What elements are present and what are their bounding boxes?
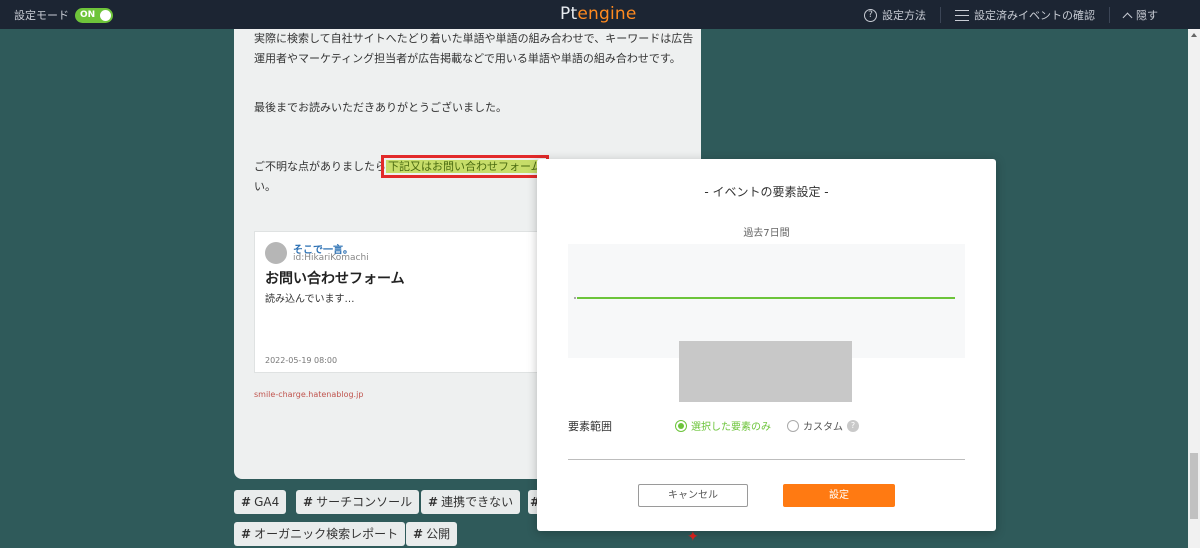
- scope-label: 要素範囲: [568, 420, 612, 433]
- tag-item[interactable]: # 連携できない: [421, 490, 521, 514]
- radio-custom[interactable]: [787, 419, 799, 432]
- cross-marker-icon: ✦: [687, 529, 699, 545]
- setting-mode-toggle[interactable]: ON: [75, 7, 113, 23]
- hash-icon: #: [303, 495, 314, 509]
- chart-series-line: [577, 297, 955, 299]
- option-custom-label: カスタム: [803, 422, 843, 433]
- radio-selected[interactable]: [675, 419, 687, 432]
- highlighted-link[interactable]: 下記又はお問い合わせフォーム: [381, 155, 549, 178]
- toggle-knob: [100, 9, 111, 21]
- toggle-label: ON: [80, 9, 96, 20]
- hash-icon: #: [241, 495, 252, 509]
- blog-embed-card[interactable]: そこで一言。 id:HikariKomachi お問い合わせフォーム 読み込んで…: [254, 231, 554, 373]
- hash-icon: #: [241, 527, 252, 541]
- hide-button[interactable]: 隠す: [1109, 7, 1172, 23]
- brand-pt: Pt: [560, 4, 578, 24]
- tag-label: オーガニック検索レポート: [254, 527, 399, 541]
- brand-engine: engine: [577, 4, 637, 24]
- tag-item[interactable]: # GA4: [234, 490, 287, 514]
- ptengine-logo: Ptengine: [560, 4, 637, 24]
- option-selected-label: 選択した要素のみ: [691, 422, 771, 433]
- scrollbar-thumb[interactable]: [1190, 453, 1198, 519]
- article-paragraph: ご不明な点がありましたら下記又はお問い合わせフォームか い。: [254, 155, 555, 197]
- dialog-title: - イベントの要素設定 -: [704, 185, 829, 199]
- view-events-link[interactable]: 設定済みイベントの確認: [940, 7, 1109, 23]
- hash-icon: #: [413, 527, 424, 541]
- view-events-label: 設定済みイベントの確認: [974, 9, 1095, 22]
- tag-label: 公開: [426, 527, 451, 541]
- tag-label: 連携できない: [441, 495, 514, 509]
- embed-loading: 読み込んでいます…: [265, 294, 355, 305]
- topbar-actions: ? 設定方法 設定済みイベントの確認 隠す: [850, 7, 1172, 23]
- element-preview: [679, 341, 852, 402]
- cancel-button[interactable]: キャンセル: [638, 484, 748, 507]
- article-paragraph: 実際に検索して自社サイトへたどり着いた単語や単語の組み合わせで、キーワードは広告…: [254, 32, 694, 65]
- chart-point: [574, 297, 576, 299]
- hide-label: 隠す: [1136, 9, 1158, 22]
- event-element-settings-dialog: - イベントの要素設定 - 過去7日間 要素範囲 選択した要素のみ カスタム ?…: [537, 159, 996, 531]
- confirm-button[interactable]: 設定: [783, 484, 895, 507]
- help-link[interactable]: ? 設定方法: [850, 7, 940, 23]
- avatar: [265, 242, 287, 264]
- tag-label: GA4: [254, 495, 280, 509]
- top-bar: 設定モード ON Ptengine ? 設定方法 設定済みイベントの確認 隠す: [0, 0, 1200, 29]
- option-selected-only[interactable]: 選択した要素のみ: [675, 418, 771, 433]
- setting-mode: 設定モード ON: [14, 7, 113, 23]
- embed-author-id: id:HikariKomachi: [293, 253, 369, 263]
- embed-title[interactable]: お問い合わせフォーム: [265, 268, 405, 288]
- question-icon: ?: [864, 8, 877, 22]
- hash-icon: #: [428, 495, 439, 509]
- tag-item[interactable]: # サーチコンソール: [296, 490, 420, 514]
- period-label: 過去7日間: [743, 228, 790, 239]
- chevron-up-icon: [1122, 12, 1133, 22]
- paragraph-text: い。: [254, 180, 276, 193]
- scroll-up-icon[interactable]: [1191, 33, 1197, 37]
- paragraph-text: ご不明な点がありましたら: [254, 160, 386, 173]
- tag-item[interactable]: # オーガニック検索レポート: [234, 522, 406, 546]
- tag-label: サーチコンソール: [316, 495, 413, 509]
- option-custom[interactable]: カスタム ?: [787, 418, 859, 433]
- list-icon: [955, 9, 969, 21]
- help-icon[interactable]: ?: [847, 419, 859, 432]
- setting-mode-label: 設定モード: [14, 9, 69, 22]
- embed-source-link[interactable]: smile-charge.hatenablog.jp: [254, 390, 363, 399]
- embed-date: 2022-05-19 08:00: [265, 356, 338, 365]
- divider: [568, 459, 965, 460]
- page-scrollbar[interactable]: [1188, 29, 1200, 548]
- scope-options: 選択した要素のみ カスタム ?: [675, 418, 859, 433]
- article-paragraph: 最後までお読みいただきありがとうございました。: [254, 101, 507, 114]
- help-label: 設定方法: [882, 9, 926, 22]
- tag-item[interactable]: # 公開: [406, 522, 458, 546]
